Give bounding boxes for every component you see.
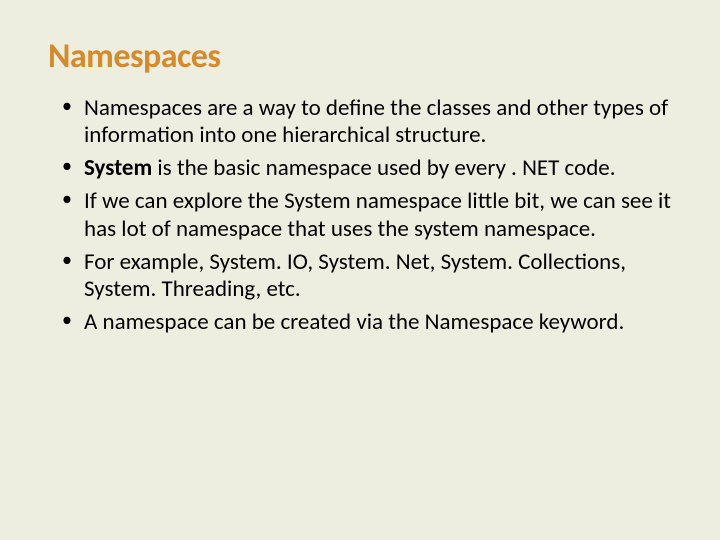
list-item: For example, System. IO, System. Net, Sy… [84,249,672,303]
list-item: If we can explore the System namespace l… [84,188,672,242]
bullet-list: Namespaces are a way to define the class… [48,95,672,336]
bold-text: System [84,154,152,182]
bullet-text: is the basic namespace used by every . N… [152,154,615,182]
list-item: Namespaces are a way to define the class… [84,95,672,149]
list-item: A namespace can be created via the Names… [84,309,672,336]
list-item: System is the basic namespace used by ev… [84,155,672,182]
slide: Namespaces Namespaces are a way to defin… [0,0,720,540]
slide-title: Namespaces [48,36,672,77]
